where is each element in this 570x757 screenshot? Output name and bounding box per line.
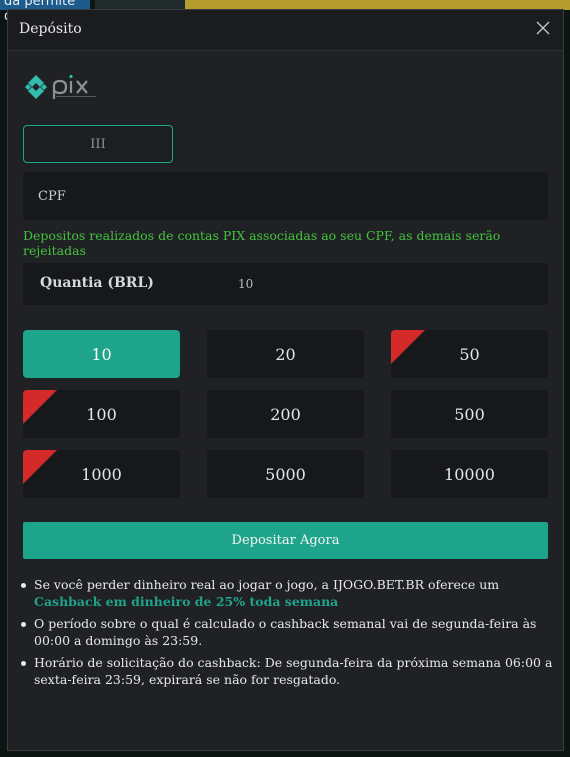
hot-badge — [391, 330, 425, 364]
amount-option-10[interactable]: 10 — [23, 330, 180, 378]
amount-option-100[interactable]: 100 — [23, 390, 180, 438]
amount-value[interactable]: 10 — [238, 277, 253, 291]
amount-option-500[interactable]: 500 — [391, 390, 548, 438]
deposit-now-button[interactable]: Depositar Agora — [23, 522, 548, 559]
close-icon[interactable] — [535, 20, 551, 36]
amount-option-label: 50 — [459, 344, 480, 364]
info-item: O período sobre o qual é calculado o cas… — [18, 616, 553, 649]
info-item: Horário de solicitação do cashback: De s… — [18, 655, 553, 688]
amount-option-label: 5000 — [265, 464, 306, 484]
amount-option-50[interactable]: 50 — [391, 330, 548, 378]
cpf-notice: Depositos realizados de contas PIX assoc… — [23, 228, 501, 258]
info-item: Se você perder dinheiro real ao jogar o … — [18, 577, 553, 610]
amount-option-label: 20 — [275, 344, 296, 364]
deposit-modal: Depósito III CPF Depositos realizados de… — [7, 9, 564, 751]
pix-logo — [24, 72, 106, 102]
amount-option-label: 100 — [86, 404, 117, 424]
amount-option-1000[interactable]: 1000 — [23, 450, 180, 498]
amount-option-label: 200 — [270, 404, 301, 424]
amount-option-label: 1000 — [81, 464, 122, 484]
modal-title: Depósito — [19, 21, 82, 37]
hot-badge — [23, 390, 57, 424]
amount-options: 10 20 50 100 200 500 1000 5000 10000 — [23, 330, 548, 498]
amount-option-5000[interactable]: 5000 — [207, 450, 364, 498]
amount-option-label: 10000 — [444, 464, 495, 484]
pix-method-button[interactable]: III — [23, 125, 173, 163]
cashback-highlight: Cashback em dinheiro de 25% toda semana — [34, 593, 339, 609]
hot-badge — [23, 450, 57, 484]
amount-option-label: 10 — [91, 344, 112, 364]
modal-header: Depósito — [8, 10, 563, 51]
amount-input[interactable]: Quantia (BRL) 10 — [23, 263, 548, 305]
amount-label: Quantia (BRL) — [40, 275, 154, 291]
cpf-input[interactable]: CPF — [23, 172, 548, 220]
amount-option-label: 500 — [454, 404, 485, 424]
cashback-info-list: Se você perder dinheiro real ao jogar o … — [18, 577, 553, 694]
amount-option-20[interactable]: 20 — [207, 330, 364, 378]
amount-option-10000[interactable]: 10000 — [391, 450, 548, 498]
amount-option-200[interactable]: 200 — [207, 390, 364, 438]
